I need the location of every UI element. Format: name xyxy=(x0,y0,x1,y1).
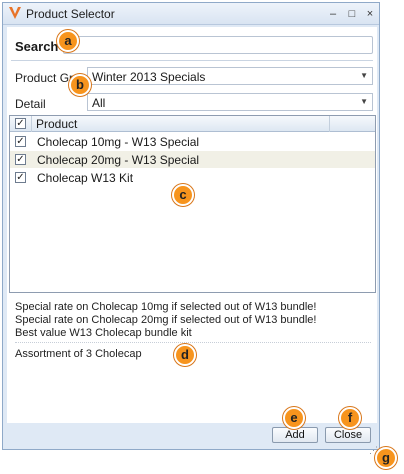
window-title: Product Selector xyxy=(26,7,115,21)
table-row[interactable]: ✓ Cholecap W13 Kit xyxy=(10,169,375,186)
detail-label: Detail xyxy=(15,97,46,111)
callout-e: e xyxy=(283,407,305,429)
description-line: Assortment of 3 Cholecap xyxy=(15,348,142,360)
maximize-button[interactable]: □ xyxy=(344,6,360,22)
description-line: Best value W13 Cholecap bundle kit xyxy=(15,327,192,339)
minimize-button[interactable]: – xyxy=(325,6,341,22)
row-checkbox[interactable]: ✓ xyxy=(15,172,26,183)
divider xyxy=(15,342,371,343)
description-line: Special rate on Cholecap 20mg if selecte… xyxy=(15,314,317,326)
product-grid: ✓ Product ✓ Cholecap 10mg - W13 Special … xyxy=(9,115,376,293)
row-checkbox[interactable]: ✓ xyxy=(15,154,26,165)
close-button[interactable]: Close xyxy=(325,427,371,443)
product-name: Cholecap 20mg - W13 Special xyxy=(37,153,200,167)
detail-select[interactable]: All ▼ xyxy=(87,93,373,111)
row-checkbox[interactable]: ✓ xyxy=(15,136,26,147)
callout-b: b xyxy=(69,74,91,96)
table-row[interactable]: ✓ Cholecap 20mg - W13 Special xyxy=(10,151,375,168)
callout-a: a xyxy=(57,30,79,52)
detail-value: All xyxy=(92,96,106,110)
chevron-down-icon: ▼ xyxy=(360,71,368,80)
callout-d: d xyxy=(174,344,196,366)
product-selector-window: Product Selector – □ × Search Product Gr… xyxy=(2,2,380,455)
chevron-down-icon: ▼ xyxy=(360,97,368,106)
grid-header: ✓ Product xyxy=(10,116,375,132)
callout-g: g xyxy=(375,447,397,469)
select-all-cell: ✓ xyxy=(10,116,32,132)
product-column-header[interactable]: Product xyxy=(32,116,330,132)
divider xyxy=(11,60,373,61)
select-all-checkbox[interactable]: ✓ xyxy=(15,118,26,129)
callout-f: f xyxy=(339,407,361,429)
table-row[interactable]: ✓ Cholecap 10mg - W13 Special xyxy=(10,133,375,150)
product-group-value: Winter 2013 Specials xyxy=(92,70,206,84)
callout-c: c xyxy=(172,184,194,206)
add-button[interactable]: Add xyxy=(272,427,318,443)
search-input[interactable] xyxy=(63,36,373,54)
description-line: Special rate on Cholecap 10mg if selecte… xyxy=(15,301,317,313)
search-label: Search xyxy=(15,39,59,54)
product-name: Cholecap W13 Kit xyxy=(37,171,134,185)
title-bar[interactable]: Product Selector – □ × xyxy=(3,3,379,25)
app-logo-icon xyxy=(9,7,21,19)
product-name: Cholecap 10mg - W13 Special xyxy=(37,135,200,149)
product-group-select[interactable]: Winter 2013 Specials ▼ xyxy=(87,67,373,85)
button-bar: Add Close xyxy=(7,423,377,445)
close-window-button[interactable]: × xyxy=(362,6,378,22)
dialog-content: Search Product Group Winter 2013 Special… xyxy=(7,27,377,445)
